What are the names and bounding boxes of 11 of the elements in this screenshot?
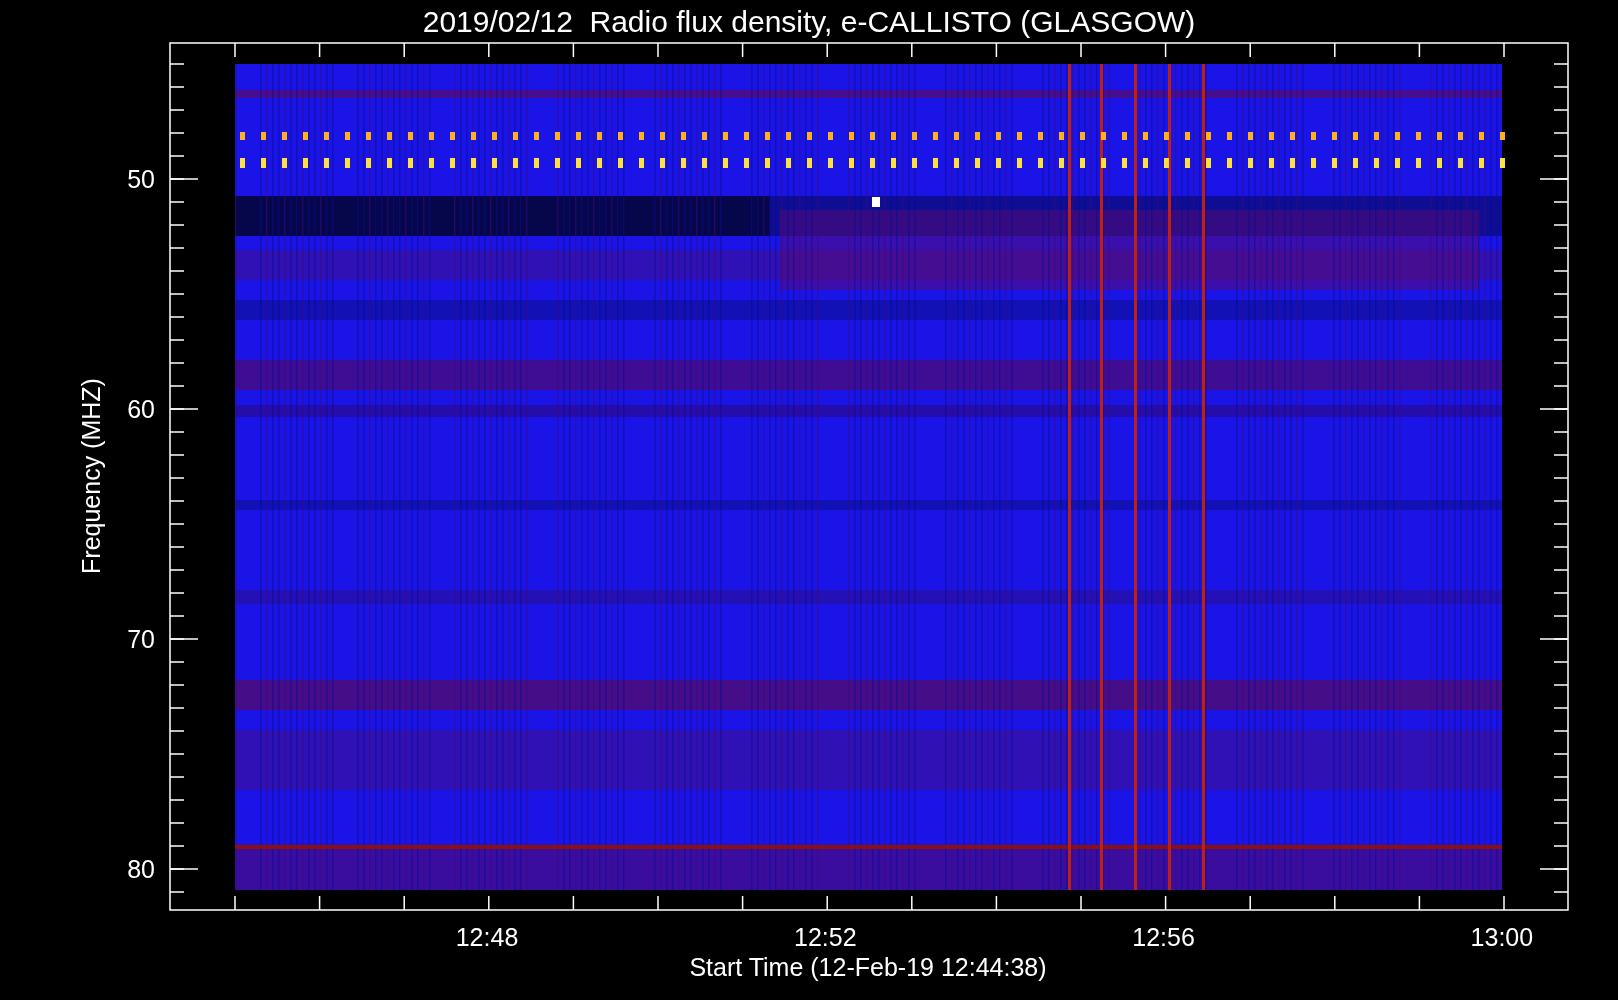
y-axis-label: Frequency (MHZ) (77, 378, 105, 574)
x-tick-label: 13:00 (1470, 923, 1534, 951)
y-tick-label: 80 (127, 855, 155, 883)
x-tick-label: 12:52 (794, 923, 857, 951)
x-tick-label: 12:56 (1132, 923, 1195, 951)
y-tick-label: 70 (127, 625, 155, 653)
chart-title: 2019/02/12 Radio flux density, e-CALLISTO (GLASGOW) (422, 5, 1196, 38)
y-tick-label: 60 (127, 395, 155, 423)
x-axis-label: Start Time (12-Feb-19 12:44:38) (689, 953, 1047, 981)
y-tick-label: 50 (127, 165, 155, 193)
x-tick-label: 12:48 (455, 923, 519, 951)
